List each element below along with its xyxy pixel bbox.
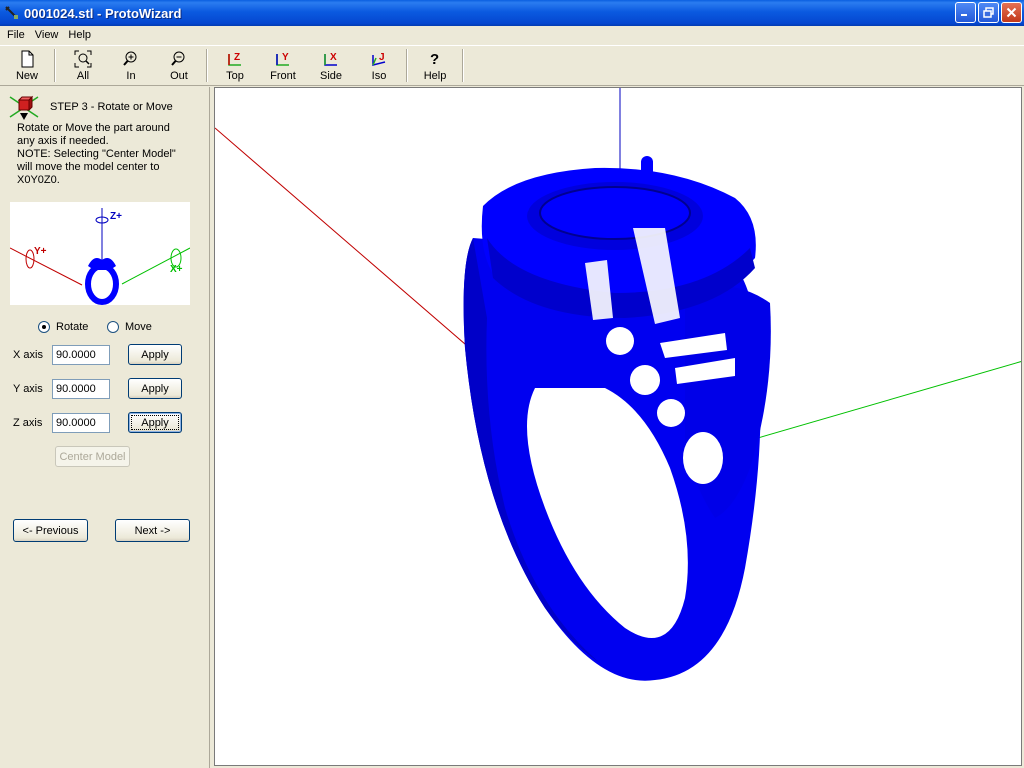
toolbar-separator [406,49,408,82]
menu-file[interactable]: File [2,28,30,42]
zoom-out-button[interactable]: Out [155,46,203,85]
iso-view-icon: J [370,50,388,68]
title-bar: 0001024.stl - ProtoWizard [0,0,1024,26]
previous-button[interactable]: <- Previous [13,519,88,542]
next-button[interactable]: Next -> [115,519,190,542]
svg-text:Z: Z [234,52,240,63]
z-axis-field-label: Z axis [13,416,43,429]
3d-viewport[interactable] [214,87,1022,766]
iso-label: Iso [371,69,387,82]
svg-text:?: ? [430,51,439,68]
all-label: All [76,69,90,82]
close-button[interactable] [1001,2,1022,23]
center-model-button[interactable]: Center Model [55,446,130,467]
rotate-radio-label: Rotate [56,321,89,333]
ring-model [463,156,771,681]
help-label: Help [423,69,447,82]
menu-bar: File View Help [0,26,1024,44]
toolbar-separator [462,49,464,82]
wizard-panel: STEP 3 - Rotate or Move Rotate or Move t… [0,87,210,768]
zoom-in-button[interactable]: In [107,46,155,85]
rotate-radio[interactable]: Rotate [38,321,88,333]
side-view-icon: X [322,50,340,68]
window-title: 0001024.stl - ProtoWizard [24,5,182,21]
move-radio-dot[interactable] [107,321,119,333]
toolbar-separator [54,49,56,82]
menu-help[interactable]: Help [63,28,96,42]
top-label: Top [226,69,244,82]
front-label: Front [270,69,296,82]
restore-icon [983,7,994,18]
help-question-icon: ? [426,50,444,68]
move-radio-label: Move [125,321,152,333]
step-header: STEP 3 - Rotate or Move [8,93,173,121]
axis-diagram: Z+ Y+ X+ [9,202,191,305]
new-label: New [15,69,38,82]
rotate-radio-dot[interactable] [38,321,50,333]
menu-view[interactable]: View [30,28,64,42]
view-side-button[interactable]: X Side [307,46,355,85]
zoom-in-icon [122,50,140,68]
minimize-button[interactable] [955,2,976,23]
help-button[interactable]: ? Help [411,46,459,85]
y-axis-row: Y axis Apply [13,378,182,399]
in-label: In [126,69,136,82]
x-axis-label: X+ [170,264,183,275]
zoom-out-icon [170,50,188,68]
minimize-icon [961,14,967,16]
svg-text:X: X [330,52,337,63]
top-view-icon: Z [226,50,244,68]
front-view-icon: Y [274,50,292,68]
apply-y-button[interactable]: Apply [128,378,182,399]
close-icon [1006,7,1017,18]
zoom-all-button[interactable]: All [59,46,107,85]
app-icon[interactable] [4,5,20,21]
x-axis-input[interactable] [52,344,110,365]
y-axis-input[interactable] [52,378,110,399]
apply-x-button[interactable]: Apply [128,344,182,365]
toolbar-separator [206,49,208,82]
view-iso-button[interactable]: J Iso [355,46,403,85]
new-button[interactable]: New [3,46,51,85]
z-axis-row: Z axis Apply [13,412,182,433]
step-description: Rotate or Move the part around any axis … [17,122,176,186]
zoom-all-icon [74,50,92,68]
rotate-step-icon [8,93,40,121]
z-axis-label: Z+ [110,211,122,222]
x-axis-row: X axis Apply [13,344,182,365]
step-title: STEP 3 - Rotate or Move [50,101,173,113]
move-radio[interactable]: Move [107,321,152,333]
svg-text:J: J [379,52,385,63]
restore-button[interactable] [978,2,999,23]
view-front-button[interactable]: Y Front [259,46,307,85]
new-file-icon [18,50,36,68]
toolbar: New All In Out Z Top Y Front X Side J Is… [0,45,1024,86]
side-label: Side [319,69,343,82]
y-axis-label: Y+ [34,246,47,257]
z-axis-input[interactable] [52,412,110,433]
view-top-button[interactable]: Z Top [211,46,259,85]
svg-text:Y: Y [282,52,289,63]
out-label: Out [170,69,188,82]
ring-model-view [215,88,1021,681]
y-axis-field-label: Y axis [13,382,43,395]
apply-z-button[interactable]: Apply [128,412,182,433]
x-axis-field-label: X axis [13,348,43,361]
